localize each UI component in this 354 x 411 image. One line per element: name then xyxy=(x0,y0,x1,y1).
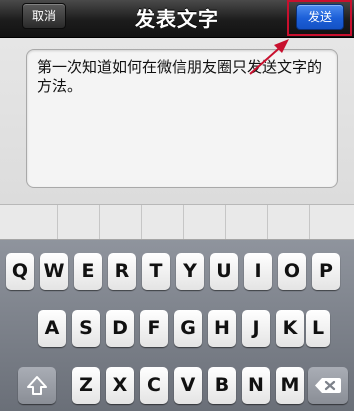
backspace-key[interactable] xyxy=(308,367,348,404)
suggestion-cell[interactable] xyxy=(184,205,226,239)
screen: 取消 发表文字 发送 第一次知道如何在微信朋友圈只发送文字的方法。 Q W E … xyxy=(0,0,354,411)
key-q[interactable]: Q xyxy=(6,253,34,290)
compose-text-field[interactable]: 第一次知道如何在微信朋友圈只发送文字的方法。 xyxy=(26,49,338,188)
key-i[interactable]: I xyxy=(244,253,272,290)
key-l[interactable]: L xyxy=(306,310,330,347)
key-j[interactable]: J xyxy=(242,310,270,347)
key-a[interactable]: A xyxy=(38,310,66,347)
key-p[interactable]: P xyxy=(312,253,340,290)
key-x[interactable]: X xyxy=(106,367,134,404)
key-c[interactable]: C xyxy=(140,367,168,404)
send-button[interactable]: 发送 xyxy=(296,4,344,30)
suggestion-cell[interactable] xyxy=(0,205,58,239)
key-m[interactable]: M xyxy=(276,367,304,404)
key-z[interactable]: Z xyxy=(72,367,100,404)
shift-key[interactable] xyxy=(18,367,56,404)
key-s[interactable]: S xyxy=(72,310,100,347)
suggestion-cell[interactable] xyxy=(310,205,354,239)
key-v[interactable]: V xyxy=(174,367,202,404)
keyboard: Q W E R T Y U I O P A S D F G H J K L Z … xyxy=(0,240,354,411)
key-w[interactable]: W xyxy=(40,253,68,290)
key-r[interactable]: R xyxy=(108,253,136,290)
key-h[interactable]: H xyxy=(208,310,236,347)
suggestion-cell[interactable] xyxy=(268,205,310,239)
key-k[interactable]: K xyxy=(276,310,304,347)
suggestion-cell[interactable] xyxy=(100,205,142,239)
shift-arrow-icon xyxy=(27,376,47,395)
backspace-icon xyxy=(315,378,341,393)
key-f[interactable]: F xyxy=(140,310,168,347)
key-g[interactable]: G xyxy=(174,310,202,347)
compose-text: 第一次知道如何在微信朋友圈只发送文字的方法。 xyxy=(37,58,323,95)
navigation-bar: 取消 发表文字 发送 xyxy=(0,0,354,38)
key-d[interactable]: D xyxy=(106,310,134,347)
suggestion-cell[interactable] xyxy=(58,205,100,239)
suggestion-cell[interactable] xyxy=(226,205,268,239)
key-n[interactable]: N xyxy=(242,367,270,404)
key-e[interactable]: E xyxy=(74,253,102,290)
key-b[interactable]: B xyxy=(208,367,236,404)
suggestion-cell[interactable] xyxy=(142,205,184,239)
key-o[interactable]: O xyxy=(278,253,306,290)
key-u[interactable]: U xyxy=(210,253,238,290)
key-t[interactable]: T xyxy=(142,253,170,290)
key-y[interactable]: Y xyxy=(176,253,204,290)
suggestion-strip xyxy=(0,204,354,240)
